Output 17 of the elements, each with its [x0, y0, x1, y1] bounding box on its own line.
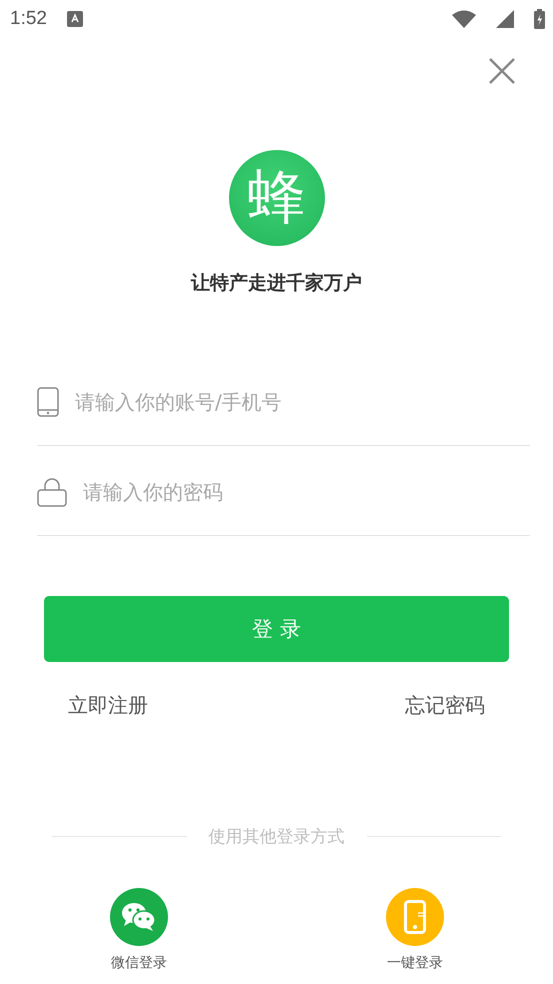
wifi-icon: [452, 10, 476, 28]
divider-label: 使用其他登录方式: [208, 826, 344, 848]
battery-icon: [534, 9, 545, 29]
phone-icon: [37, 386, 59, 416]
app-logo: 蜂: [228, 150, 324, 246]
signal-icon: [496, 10, 514, 28]
phone-icon: [404, 900, 426, 934]
keyboard-icon: [66, 11, 83, 27]
status-time: 1:52: [10, 8, 47, 30]
close-button[interactable]: [487, 56, 517, 86]
text-link[interactable]: 忘记密码: [405, 692, 485, 719]
tagline: 让特产走进千家万户: [191, 271, 362, 296]
login-option-label: 微信登录: [111, 954, 167, 972]
lock-icon: [37, 476, 67, 506]
chat-bubbles-icon: [121, 902, 157, 932]
login-option-label: 一键登录: [387, 954, 443, 972]
text-link[interactable]: 立即注册: [68, 692, 148, 719]
